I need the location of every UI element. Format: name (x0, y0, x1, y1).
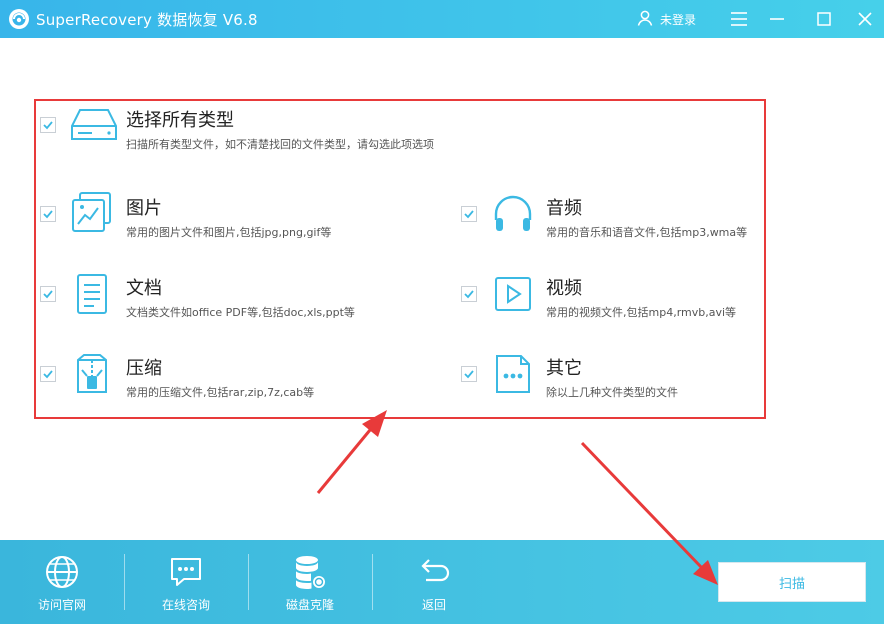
annotation-arrows (0, 0, 884, 624)
annotation-arrow-down (582, 443, 718, 585)
annotation-arrow-up (318, 410, 387, 493)
